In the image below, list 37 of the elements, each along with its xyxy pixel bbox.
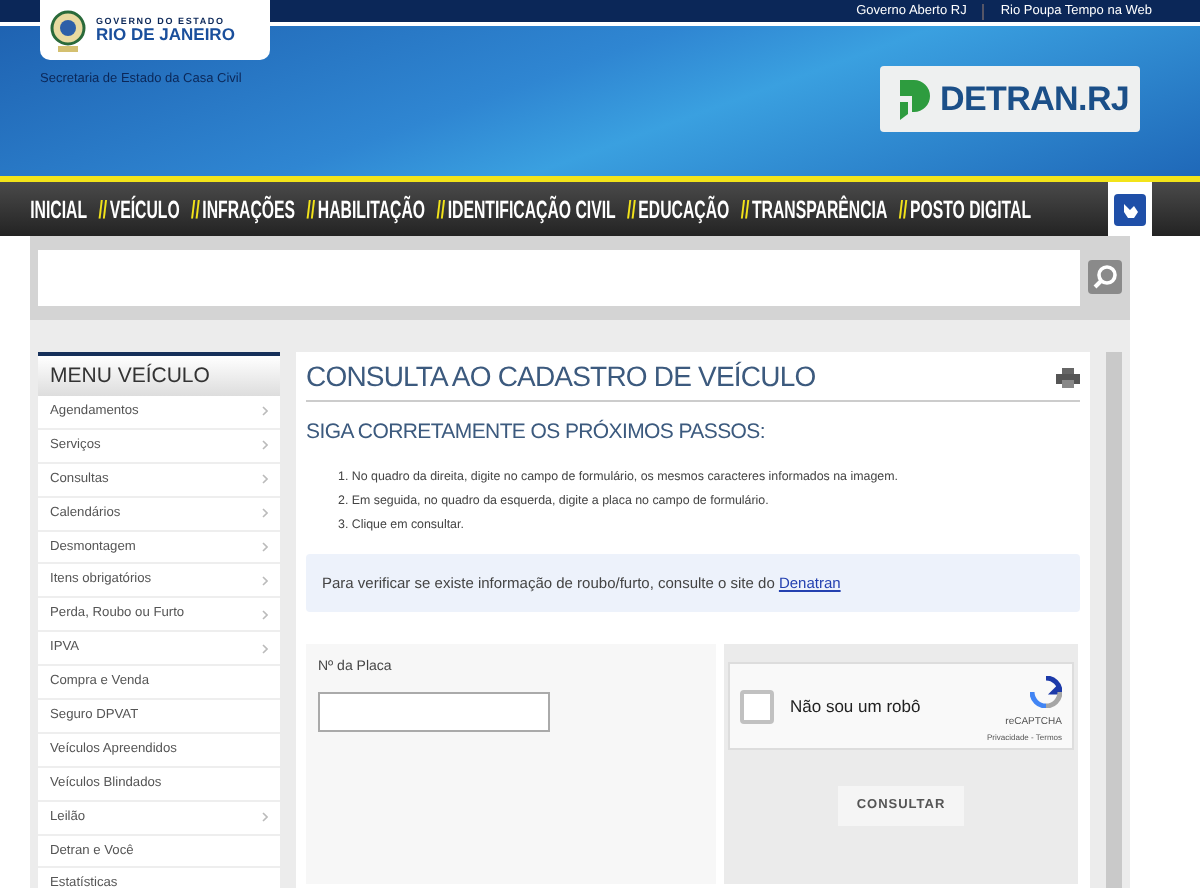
nav-link[interactable]: IDENTIFICAÇÃO CIVIL — [447, 191, 616, 229]
captcha-label: Não sou um robô — [790, 693, 921, 719]
nav-separator: // — [740, 193, 750, 227]
section-heading: SIGA CORRETAMENTE OS PRÓXIMOS PASSOS: — [306, 418, 767, 448]
nav-link[interactable]: HABILITAÇÃO — [317, 191, 426, 229]
search-field[interactable] — [38, 250, 1080, 306]
recaptcha-icon — [1030, 676, 1062, 709]
accessibility-hand-icon[interactable] — [1114, 193, 1146, 225]
nav-link[interactable]: EDUCAÇÃO — [638, 191, 730, 229]
print-icon[interactable] — [1056, 368, 1080, 389]
page-title: CONSULTA AO CADASTRO DE VEÍCULO — [306, 358, 816, 396]
chevron-icon — [262, 643, 268, 654]
nav-link[interactable]: TRANSPARÊNCIA — [752, 191, 888, 229]
nav-link[interactable]: INICIAL — [30, 191, 88, 229]
chevron-icon — [262, 474, 268, 485]
chevron-icon — [262, 406, 268, 417]
chevron-icon — [262, 508, 268, 519]
search-icon[interactable] — [1088, 260, 1122, 295]
chevron-icon — [262, 812, 268, 823]
nav-separator: // — [306, 193, 316, 227]
detran-logo[interactable]: DETRAN.RJ — [880, 66, 1140, 132]
nav-separator: // — [191, 193, 200, 227]
nav-separator: // — [627, 193, 636, 227]
captcha-checkbox[interactable] — [740, 689, 774, 723]
nav-separator: // — [898, 193, 908, 227]
chevron-icon — [262, 609, 268, 620]
nav-link[interactable]: INFRAÇÕES — [202, 191, 296, 229]
chevron-icon — [262, 575, 268, 586]
chevron-icon — [262, 440, 268, 451]
chevron-icon — [262, 542, 268, 552]
nav-link[interactable]: VEÍCULO — [109, 191, 180, 229]
plate-input-field[interactable] — [318, 691, 550, 731]
nav-separator: // — [436, 193, 446, 227]
nav-separator: // — [98, 193, 108, 227]
menu-heading: MENU VEÍCULO — [38, 356, 280, 396]
nav-link[interactable]: POSTO DIGITAL — [909, 191, 1031, 229]
scrollbar[interactable] — [1106, 352, 1122, 888]
